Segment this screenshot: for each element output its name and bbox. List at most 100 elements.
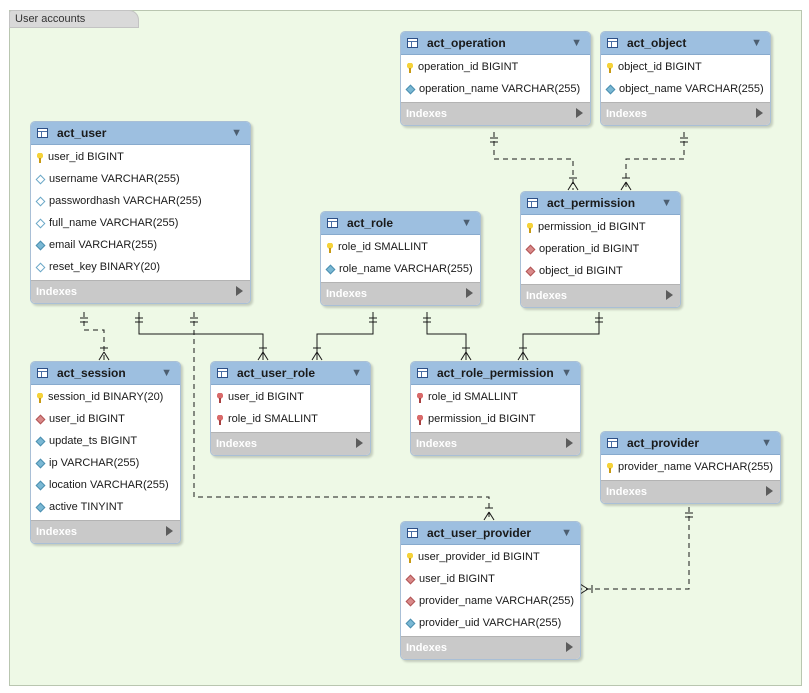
indexes-section[interactable]: Indexes: [211, 432, 370, 455]
expand-arrow-icon[interactable]: [236, 286, 243, 296]
table-act-object[interactable]: act_object ▼ object_id BIGINT object_name V…: [600, 31, 771, 126]
table-act-operation[interactable]: act_operation ▼ operation_id BIGINT operati…: [400, 31, 591, 126]
table-header[interactable]: act_role_permission ▼: [411, 362, 580, 385]
table-column[interactable]: provider_uid VARCHAR(255): [401, 612, 580, 634]
table-header[interactable]: act_object ▼: [601, 32, 770, 55]
table-column[interactable]: passwordhash VARCHAR(255): [31, 190, 250, 212]
foreign-key-column-icon: [525, 266, 536, 276]
relationship-line[interactable]: [493, 132, 574, 190]
chevron-down-icon[interactable]: ▼: [761, 437, 772, 449]
table-header[interactable]: act_permission ▼: [521, 192, 680, 215]
indexes-section[interactable]: Indexes: [601, 480, 780, 503]
table-act-user[interactable]: act_user ▼ user_id BIGINT username VARCHAR(…: [30, 121, 251, 304]
table-column[interactable]: session_id BINARY(20): [31, 386, 180, 408]
table-column[interactable]: user_id BIGINT: [401, 568, 580, 590]
table-column[interactable]: location VARCHAR(255): [31, 474, 180, 496]
chevron-down-icon[interactable]: ▼: [561, 527, 572, 539]
relationship-line[interactable]: [426, 312, 467, 360]
table-column[interactable]: full_name VARCHAR(255): [31, 212, 250, 234]
table-act-role-permission[interactable]: act_role_permission ▼ role_id SMALLINT perm…: [410, 361, 581, 456]
table-act-provider[interactable]: act_provider ▼ provider_name VARCHAR(255) I…: [600, 431, 781, 504]
chevron-down-icon[interactable]: ▼: [661, 197, 672, 209]
expand-arrow-icon[interactable]: [566, 438, 573, 448]
indexes-section[interactable]: Indexes: [401, 102, 590, 125]
nullable-column-icon: [35, 196, 46, 206]
relationship-line[interactable]: [580, 507, 690, 590]
not-null-column-icon: [35, 480, 46, 490]
indexes-section[interactable]: Indexes: [31, 280, 250, 303]
indexes-section[interactable]: Indexes: [401, 636, 580, 659]
table-column[interactable]: role_name VARCHAR(255): [321, 258, 480, 280]
table-column[interactable]: permission_id BIGINT: [521, 216, 680, 238]
expand-arrow-icon[interactable]: [666, 290, 673, 300]
table-act-session[interactable]: act_session ▼ session_id BINARY(20) user_id…: [30, 361, 181, 544]
table-name: act_object: [627, 36, 687, 50]
table-column[interactable]: object_id BIGINT: [521, 260, 680, 282]
crows-foot-mark: [257, 351, 264, 361]
table-header[interactable]: act_role ▼: [321, 212, 480, 235]
table-column[interactable]: email VARCHAR(255): [31, 234, 250, 256]
chevron-down-icon[interactable]: ▼: [461, 217, 472, 229]
crows-foot-mark: [579, 588, 589, 595]
table-column[interactable]: user_id BIGINT: [211, 386, 370, 408]
expand-arrow-icon[interactable]: [166, 526, 173, 536]
relationship-line[interactable]: [138, 312, 264, 360]
chevron-down-icon[interactable]: ▼: [561, 367, 572, 379]
table-column[interactable]: update_ts BIGINT: [31, 430, 180, 452]
table-header[interactable]: act_user_role ▼: [211, 362, 370, 385]
expand-arrow-icon[interactable]: [356, 438, 363, 448]
chevron-down-icon[interactable]: ▼: [351, 367, 362, 379]
table-column[interactable]: role_id SMALLINT: [211, 408, 370, 430]
table-act-user-provider[interactable]: act_user_provider ▼ user_provider_id BIGIN…: [400, 521, 581, 660]
table-column[interactable]: object_id BIGINT: [601, 56, 770, 78]
relationship-line[interactable]: [625, 132, 685, 190]
table-header[interactable]: act_provider ▼: [601, 432, 780, 455]
indexes-section[interactable]: Indexes: [601, 102, 770, 125]
chevron-down-icon[interactable]: ▼: [571, 37, 582, 49]
column-list: user_provider_id BIGINT user_id BIGINT pro…: [401, 545, 580, 636]
table-header[interactable]: act_user ▼: [31, 122, 250, 145]
expand-arrow-icon[interactable]: [566, 642, 573, 652]
indexes-section[interactable]: Indexes: [521, 284, 680, 307]
indexes-section[interactable]: Indexes: [31, 520, 180, 543]
table-column[interactable]: provider_name VARCHAR(255): [601, 456, 780, 478]
expand-arrow-icon[interactable]: [466, 288, 473, 298]
table-column[interactable]: operation_id BIGINT: [521, 238, 680, 260]
table-column[interactable]: role_id SMALLINT: [411, 386, 580, 408]
table-column[interactable]: object_name VARCHAR(255): [601, 78, 770, 100]
column-label: update_ts BIGINT: [49, 435, 138, 447]
table-header[interactable]: act_user_provider ▼: [401, 522, 580, 545]
table-icon: [217, 368, 228, 378]
table-column[interactable]: operation_name VARCHAR(255): [401, 78, 590, 100]
table-column[interactable]: operation_id BIGINT: [401, 56, 590, 78]
table-column[interactable]: user_id BIGINT: [31, 146, 250, 168]
table-act-permission[interactable]: act_permission ▼ permission_id BIGINT opera…: [520, 191, 681, 308]
table-header[interactable]: act_operation ▼: [401, 32, 590, 55]
chevron-down-icon[interactable]: ▼: [231, 127, 242, 139]
table-act-user-role[interactable]: act_user_role ▼ user_id BIGINT role_id SMAL…: [210, 361, 371, 456]
table-column[interactable]: permission_id BIGINT: [411, 408, 580, 430]
column-label: user_id BIGINT: [48, 151, 124, 163]
table-column[interactable]: user_provider_id BIGINT: [401, 546, 580, 568]
table-header[interactable]: act_session ▼: [31, 362, 180, 385]
chevron-down-icon[interactable]: ▼: [751, 37, 762, 49]
indexes-label: Indexes: [606, 486, 647, 498]
column-label: provider_uid VARCHAR(255): [419, 617, 562, 629]
indexes-section[interactable]: Indexes: [321, 282, 480, 305]
table-column[interactable]: active TINYINT: [31, 496, 180, 518]
indexes-section[interactable]: Indexes: [411, 432, 580, 455]
table-act-role[interactable]: act_role ▼ role_id SMALLINT role_name VARCH…: [320, 211, 481, 306]
table-column[interactable]: role_id SMALLINT: [321, 236, 480, 258]
relationship-line[interactable]: [522, 312, 600, 360]
expand-arrow-icon[interactable]: [756, 108, 763, 118]
chevron-down-icon[interactable]: ▼: [161, 367, 172, 379]
relationship-line[interactable]: [83, 312, 105, 360]
table-column[interactable]: user_id BIGINT: [31, 408, 180, 430]
table-column[interactable]: ip VARCHAR(255): [31, 452, 180, 474]
relationship-line[interactable]: [316, 312, 374, 360]
expand-arrow-icon[interactable]: [766, 486, 773, 496]
table-column[interactable]: username VARCHAR(255): [31, 168, 250, 190]
table-column[interactable]: reset_key BINARY(20): [31, 256, 250, 278]
table-column[interactable]: provider_name VARCHAR(255): [401, 590, 580, 612]
expand-arrow-icon[interactable]: [576, 108, 583, 118]
